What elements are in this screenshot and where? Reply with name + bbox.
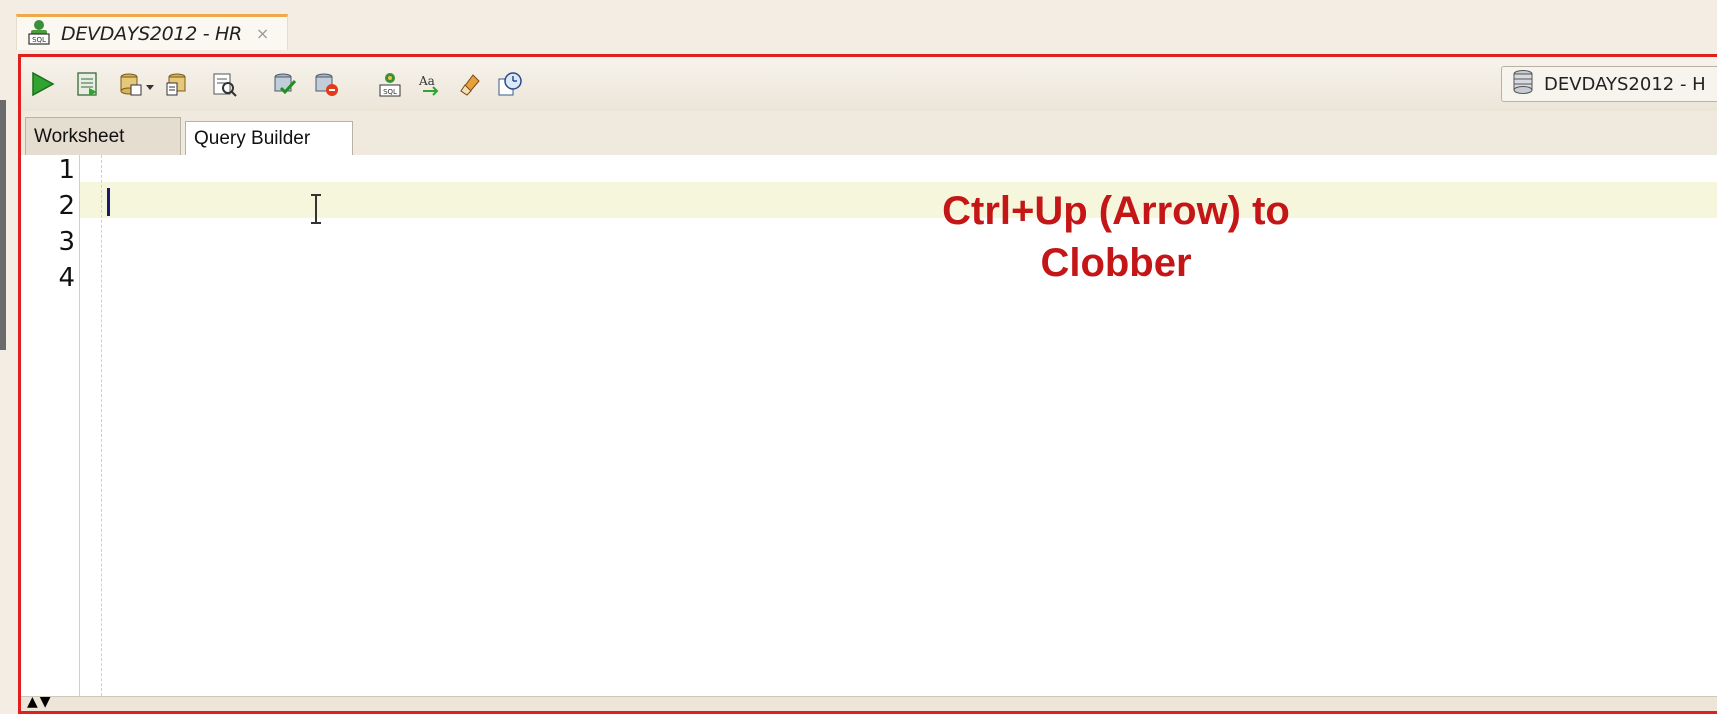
scroll-arrows-icon[interactable]: ▲▼ bbox=[27, 694, 53, 710]
tab-query-builder[interactable]: Query Builder bbox=[185, 121, 353, 155]
text-caret bbox=[107, 188, 110, 216]
document-tab-title: DEVDAYS2012 - HR bbox=[61, 22, 242, 45]
commit-icon[interactable] bbox=[165, 71, 191, 97]
annotation-line: Ctrl+Up (Arrow) to bbox=[942, 189, 1290, 233]
annotation-callout: Ctrl+Up (Arrow) to Clobber bbox=[891, 185, 1341, 289]
fold-margin bbox=[101, 155, 102, 711]
svg-text:Aa: Aa bbox=[418, 74, 435, 88]
sql-tuning-icon[interactable]: SQL bbox=[377, 71, 403, 97]
database-icon[interactable] bbox=[117, 71, 143, 97]
svg-text:SQL: SQL bbox=[32, 36, 46, 44]
editor-subtabs: Worksheet Query Builder bbox=[21, 111, 1717, 157]
worksheet-frame: SQL Aa DEVDAYS2012 - H Worksheet Query B… bbox=[18, 54, 1717, 714]
database-icon bbox=[1512, 69, 1534, 99]
format-icon[interactable]: Aa bbox=[417, 71, 443, 97]
line-number: 4 bbox=[58, 263, 75, 293]
line-number-gutter: 1 2 3 4 bbox=[21, 155, 80, 711]
sql-editor[interactable]: 1 2 3 4 Ctrl+Up (Arrow) to Clobber ▲▼ bbox=[21, 155, 1717, 711]
i-beam-cursor-icon bbox=[309, 193, 323, 225]
svg-text:SQL: SQL bbox=[383, 88, 397, 96]
explain-plan-icon[interactable] bbox=[211, 71, 237, 97]
eraser-icon[interactable] bbox=[457, 71, 483, 97]
connection-label: DEVDAYS2012 - H bbox=[1544, 73, 1706, 95]
document-tab[interactable]: SQL DEVDAYS2012 - HR × bbox=[16, 14, 288, 50]
history-icon[interactable] bbox=[497, 71, 523, 97]
editor-status-strip: ▲▼ bbox=[21, 694, 1717, 711]
window-edge bbox=[0, 100, 6, 350]
line-number: 2 bbox=[58, 191, 75, 221]
commit-check-icon[interactable] bbox=[271, 71, 297, 97]
chevron-down-icon[interactable] bbox=[145, 77, 155, 103]
current-line-highlight bbox=[21, 182, 1717, 218]
worksheet-toolbar: SQL Aa DEVDAYS2012 - H bbox=[21, 57, 1717, 112]
line-number: 1 bbox=[58, 155, 75, 185]
tab-worksheet[interactable]: Worksheet bbox=[25, 117, 181, 155]
line-number: 3 bbox=[58, 227, 75, 257]
rollback-icon[interactable] bbox=[313, 71, 339, 97]
sql-worksheet-icon: SQL bbox=[25, 18, 53, 50]
annotation-line: Clobber bbox=[1040, 241, 1192, 285]
close-icon[interactable]: × bbox=[256, 24, 269, 43]
document-tab-bar: SQL DEVDAYS2012 - HR × bbox=[0, 0, 1717, 52]
run-script-icon[interactable] bbox=[75, 71, 101, 97]
run-statement-icon[interactable] bbox=[29, 71, 55, 97]
connection-selector[interactable]: DEVDAYS2012 - H bbox=[1501, 66, 1717, 102]
